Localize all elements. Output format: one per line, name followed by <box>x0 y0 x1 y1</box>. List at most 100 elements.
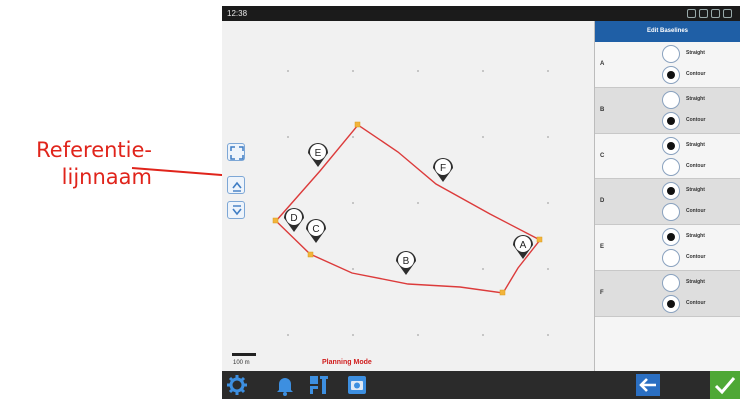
callout-label: Referentie- lijnnaam <box>2 137 152 191</box>
field-map[interactable]: A B C D E F 100 m Planning Mode <box>222 21 594 371</box>
straight-option[interactable]: Straight <box>662 90 738 110</box>
baseline-row: F Straight Contour <box>595 270 740 317</box>
contour-option[interactable]: Contour <box>662 294 738 314</box>
pin-f[interactable]: F <box>433 158 453 182</box>
pin-d-label: D <box>290 213 297 224</box>
guidance-button[interactable] <box>308 374 330 396</box>
contour-radio[interactable] <box>662 66 680 84</box>
planning-mode-label: Planning Mode <box>322 359 372 366</box>
edit-baselines-panel: Edit Baselines A Straight Contour B Straight… <box>594 21 740 371</box>
straight-label: Straight <box>686 187 705 194</box>
device-screen: 12:38 A B C D E F 100 m Planning Mode Ed… <box>222 6 740 399</box>
bottom-toolbar <box>222 371 740 399</box>
pin-f-label: F <box>440 163 446 174</box>
map-canvas: A B C D E F <box>272 70 549 336</box>
zoom-out-icon <box>232 205 242 216</box>
straight-label: Straight <box>686 278 705 285</box>
baseline-rows: A Straight Contour B Straight Contour C Straigh… <box>595 42 740 317</box>
straight-radio[interactable] <box>662 45 680 63</box>
straight-radio[interactable] <box>662 90 680 109</box>
settings-button[interactable] <box>226 374 248 396</box>
contour-radio[interactable] <box>662 249 680 268</box>
baseline-letter: A <box>600 61 605 67</box>
grid-dots <box>287 70 549 336</box>
scale-label: 100 m <box>233 360 250 366</box>
clock: 12:38 <box>227 9 248 18</box>
callout-line-2: lijnnaam <box>61 165 152 189</box>
status-bar: 12:38 <box>222 6 740 21</box>
baseline-letter: B <box>600 106 605 113</box>
straight-label: Straight <box>686 233 705 240</box>
alerts-button[interactable] <box>274 374 296 396</box>
straight-option[interactable]: Straight <box>662 227 738 247</box>
baseline-letter: C <box>600 152 605 159</box>
contour-option[interactable]: Contour <box>662 157 738 177</box>
straight-label: Straight <box>686 95 705 102</box>
contour-option[interactable]: Contour <box>662 248 738 268</box>
straight-radio[interactable] <box>662 182 680 201</box>
contour-radio[interactable] <box>662 203 680 222</box>
guidance-icon <box>310 376 328 394</box>
contour-option[interactable]: Contour <box>662 65 738 85</box>
contour-option[interactable]: Contour <box>662 202 738 222</box>
battery-icon <box>723 9 732 18</box>
straight-radio[interactable] <box>662 273 680 292</box>
contour-radio[interactable] <box>662 111 680 130</box>
baseline-letter: F <box>600 289 604 296</box>
contour-label: Contour <box>686 299 706 306</box>
back-button[interactable] <box>636 374 660 396</box>
screenshot: Referentie- lijnnaam 12:38 A B C D E F 1… <box>0 0 740 399</box>
camera-icon <box>348 376 366 394</box>
contour-label: Contour <box>686 116 706 123</box>
gps-icon <box>699 9 708 18</box>
back-arrow-icon <box>639 378 656 392</box>
contour-label: Contour <box>686 208 706 215</box>
zoom-in-icon <box>232 181 242 192</box>
straight-option[interactable]: Straight <box>662 136 738 156</box>
signal-icon <box>711 9 720 18</box>
pin-a-label: A <box>520 240 527 251</box>
contour-label: Contour <box>686 254 706 261</box>
straight-option[interactable]: Straight <box>662 181 738 201</box>
wifi-icon <box>687 9 696 18</box>
straight-option[interactable]: Straight <box>662 44 738 64</box>
scale-bar <box>232 353 256 356</box>
fit-to-screen-icon <box>230 146 244 160</box>
zoom-out-button[interactable] <box>227 201 245 219</box>
baseline-row: A Straight Contour <box>595 42 740 88</box>
settings-icon <box>227 375 247 395</box>
straight-option[interactable]: Straight <box>662 273 738 293</box>
pin-e[interactable]: E <box>308 143 328 167</box>
callout-line-1: Referentie- <box>36 138 152 162</box>
camera-button[interactable] <box>346 374 368 396</box>
pin-c-label: C <box>312 224 319 235</box>
contour-label: Contour <box>686 162 706 169</box>
baseline-letter: E <box>600 244 605 251</box>
status-icons <box>687 9 732 18</box>
baseline-row: D Straight Contour <box>595 179 740 226</box>
pin-e-label: E <box>315 148 322 159</box>
pin-a[interactable]: A <box>513 235 533 259</box>
contour-option[interactable]: Contour <box>662 111 738 131</box>
checkmark-icon <box>714 377 736 395</box>
baseline-row: C Straight Contour <box>595 134 740 180</box>
straight-label: Straight <box>686 141 705 148</box>
pin-b[interactable]: B <box>396 251 416 275</box>
zoom-in-button[interactable] <box>227 176 245 194</box>
contour-radio[interactable] <box>662 294 680 313</box>
pin-d[interactable]: D <box>284 208 304 232</box>
contour-label: Contour <box>686 71 706 77</box>
baseline-row: E Straight Contour <box>595 225 740 271</box>
pin-c[interactable]: C <box>306 219 326 243</box>
straight-label: Straight <box>686 50 705 56</box>
fit-to-screen-button[interactable] <box>227 143 245 161</box>
baseline-row: B Straight Contour <box>595 87 740 134</box>
pin-b-label: B <box>403 256 410 267</box>
straight-radio[interactable] <box>662 228 680 247</box>
straight-radio[interactable] <box>662 136 680 155</box>
contour-radio[interactable] <box>662 157 680 176</box>
baseline-letter: D <box>600 198 605 205</box>
alerts-bell-icon <box>277 378 293 396</box>
confirm-button[interactable] <box>710 371 740 399</box>
panel-title: Edit Baselines <box>595 21 740 42</box>
